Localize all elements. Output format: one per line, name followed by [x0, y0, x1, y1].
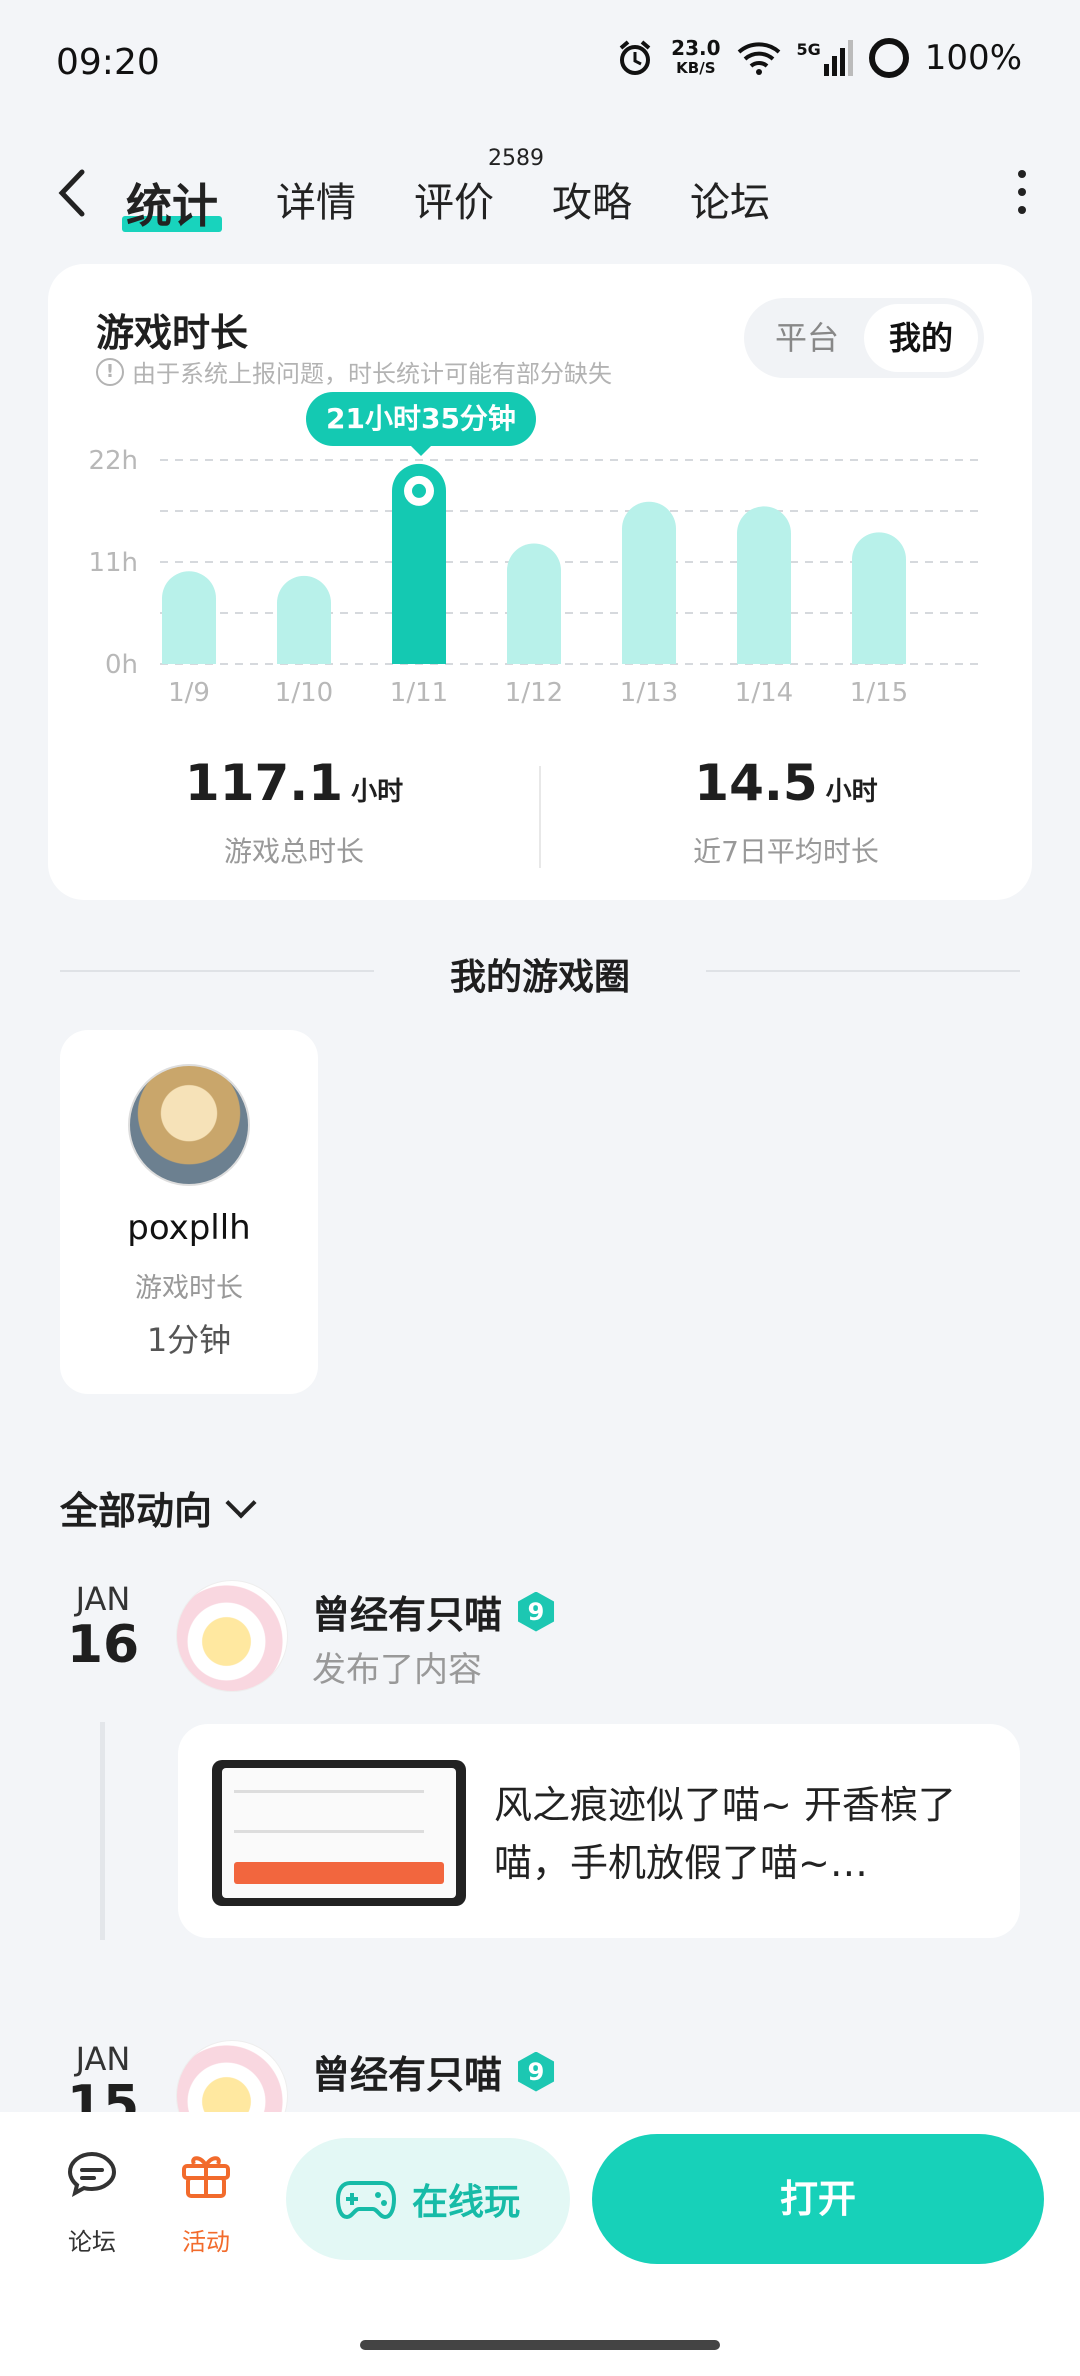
top-nav: 统计 详情 评价 2589 攻略 论坛 — [0, 140, 1080, 240]
alarm-icon — [619, 40, 651, 75]
status-icons: 23.0 KB/S 5G 100% — [615, 38, 1022, 78]
x-tick-label: 1/15 — [850, 678, 908, 704]
post-text: 风之痕迹似了喵~ 开香槟了喵，手机放假了喵~… — [494, 1783, 956, 1885]
total-playtime: 117.1 小时 游戏总时长 — [184, 754, 404, 868]
tab-bar: 统计 详情 评价 2589 攻略 论坛 — [122, 146, 770, 246]
y-tick-label: 0h — [105, 650, 138, 680]
play-online-button[interactable]: 在线玩 — [286, 2138, 570, 2260]
x-tick-label: 1/11 — [390, 678, 448, 704]
chart-bar[interactable] — [737, 506, 791, 664]
tab-details[interactable]: 详情 — [276, 160, 356, 246]
review-count-badge: 2589 — [488, 146, 544, 171]
feed-date: JAN 16 — [66, 1580, 140, 1675]
forum-button[interactable]: 论坛 — [52, 2146, 132, 2257]
card-title: 游戏时长 — [96, 311, 249, 355]
user-avatar[interactable] — [176, 1580, 288, 1692]
chart-bar[interactable] — [162, 571, 216, 664]
level-badge: 9 — [518, 1591, 555, 1632]
battery-level: 100% — [924, 38, 1022, 78]
toggle-platform[interactable]: 平台 — [750, 304, 864, 372]
game-circle-title: 我的游戏圈 — [449, 957, 630, 998]
status-time: 09:20 — [56, 42, 160, 83]
battery-icon — [868, 38, 909, 78]
post-card[interactable]: 风之痕迹似了喵~ 开香槟了喵，手机放假了喵~… — [178, 1724, 1020, 1938]
more-menu-icon[interactable] — [1014, 170, 1030, 214]
chat-bubble-icon — [67, 2151, 117, 2197]
y-tick-label: 22h — [88, 446, 138, 476]
highlight-tooltip: 21小时35分钟 — [306, 391, 536, 456]
tab-guides[interactable]: 攻略 — [552, 160, 632, 246]
gift-icon — [182, 2156, 230, 2198]
friend-playtime-value: 1分钟 — [146, 1321, 232, 1359]
gamepad-icon — [335, 2181, 396, 2220]
user-name[interactable]: 曾经有只喵 9 — [312, 2044, 556, 2099]
playtime-card: 游戏时长 ! 由于系统上报问题，时长统计可能有部分缺失 平台 我的 22h 11h… — [48, 264, 1032, 900]
x-tick-label: 1/10 — [275, 678, 333, 704]
status-bar: 09:20 23.0 KB/S 5G 100% — [0, 0, 1080, 130]
net-speed: 23.0 KB/S — [671, 36, 721, 77]
x-tick-label: 1/13 — [620, 678, 678, 704]
back-icon[interactable] — [52, 168, 92, 218]
info-icon: ! — [96, 357, 124, 386]
friend-card[interactable]: poxpllh 游戏时长 1分钟 — [60, 1030, 318, 1394]
level-badge: 9 — [518, 2051, 555, 2092]
user-name[interactable]: 曾经有只喵 9 — [312, 1584, 556, 1639]
chart-bar[interactable] — [622, 501, 676, 664]
toggle-mine[interactable]: 我的 — [864, 304, 978, 372]
y-tick-label: 11h — [88, 548, 138, 578]
playtime-chart: 22h 11h 0h 1/9 1/10 1/11 1/12 1/13 1/14 1/15 21小时… — [48, 391, 1032, 708]
tab-reviews[interactable]: 评价 2589 — [414, 146, 544, 246]
open-button[interactable]: 打开 — [592, 2134, 1044, 2264]
x-tick-label: 1/12 — [505, 678, 563, 704]
wifi-icon — [737, 42, 780, 75]
post-thumbnail — [212, 1760, 466, 1906]
x-tick-label: 1/14 — [735, 678, 793, 704]
friend-avatar — [128, 1064, 250, 1186]
chart-bar[interactable] — [852, 532, 906, 664]
friend-playtime-label: 游戏时长 — [135, 1273, 243, 1304]
tab-stats[interactable]: 统计 — [122, 160, 222, 246]
tab-forum[interactable]: 论坛 — [690, 160, 770, 246]
x-tick-label: 1/9 — [168, 678, 210, 704]
timeline-line — [100, 1722, 105, 1940]
bottom-bar: 论坛 活动 在线玩 打开 — [0, 2112, 1080, 2376]
chart-bar[interactable] — [507, 543, 561, 664]
cell-signal-icon: 5G — [797, 40, 853, 76]
home-indicator — [360, 2340, 720, 2350]
feed-filter[interactable]: 全部动向 — [60, 1480, 257, 1535]
chart-bar[interactable] — [277, 575, 331, 664]
chart-svg: 22h 11h 0h 1/9 1/10 1/11 1/12 1/13 1/14 1/15 — [88, 446, 982, 708]
activity-button[interactable]: 活动 — [166, 2146, 246, 2257]
avg-playtime: 14.5 小时 近7日平均时长 — [693, 754, 879, 868]
scope-toggle: 平台 我的 — [744, 298, 984, 378]
section-divider-right — [706, 970, 1020, 972]
friend-name: poxpllh — [127, 1208, 251, 1248]
user-action: 发布了内容 — [312, 1650, 482, 1690]
card-note: ! 由于系统上报问题，时长统计可能有部分缺失 — [96, 354, 612, 389]
chevron-down-icon — [225, 1486, 257, 1519]
